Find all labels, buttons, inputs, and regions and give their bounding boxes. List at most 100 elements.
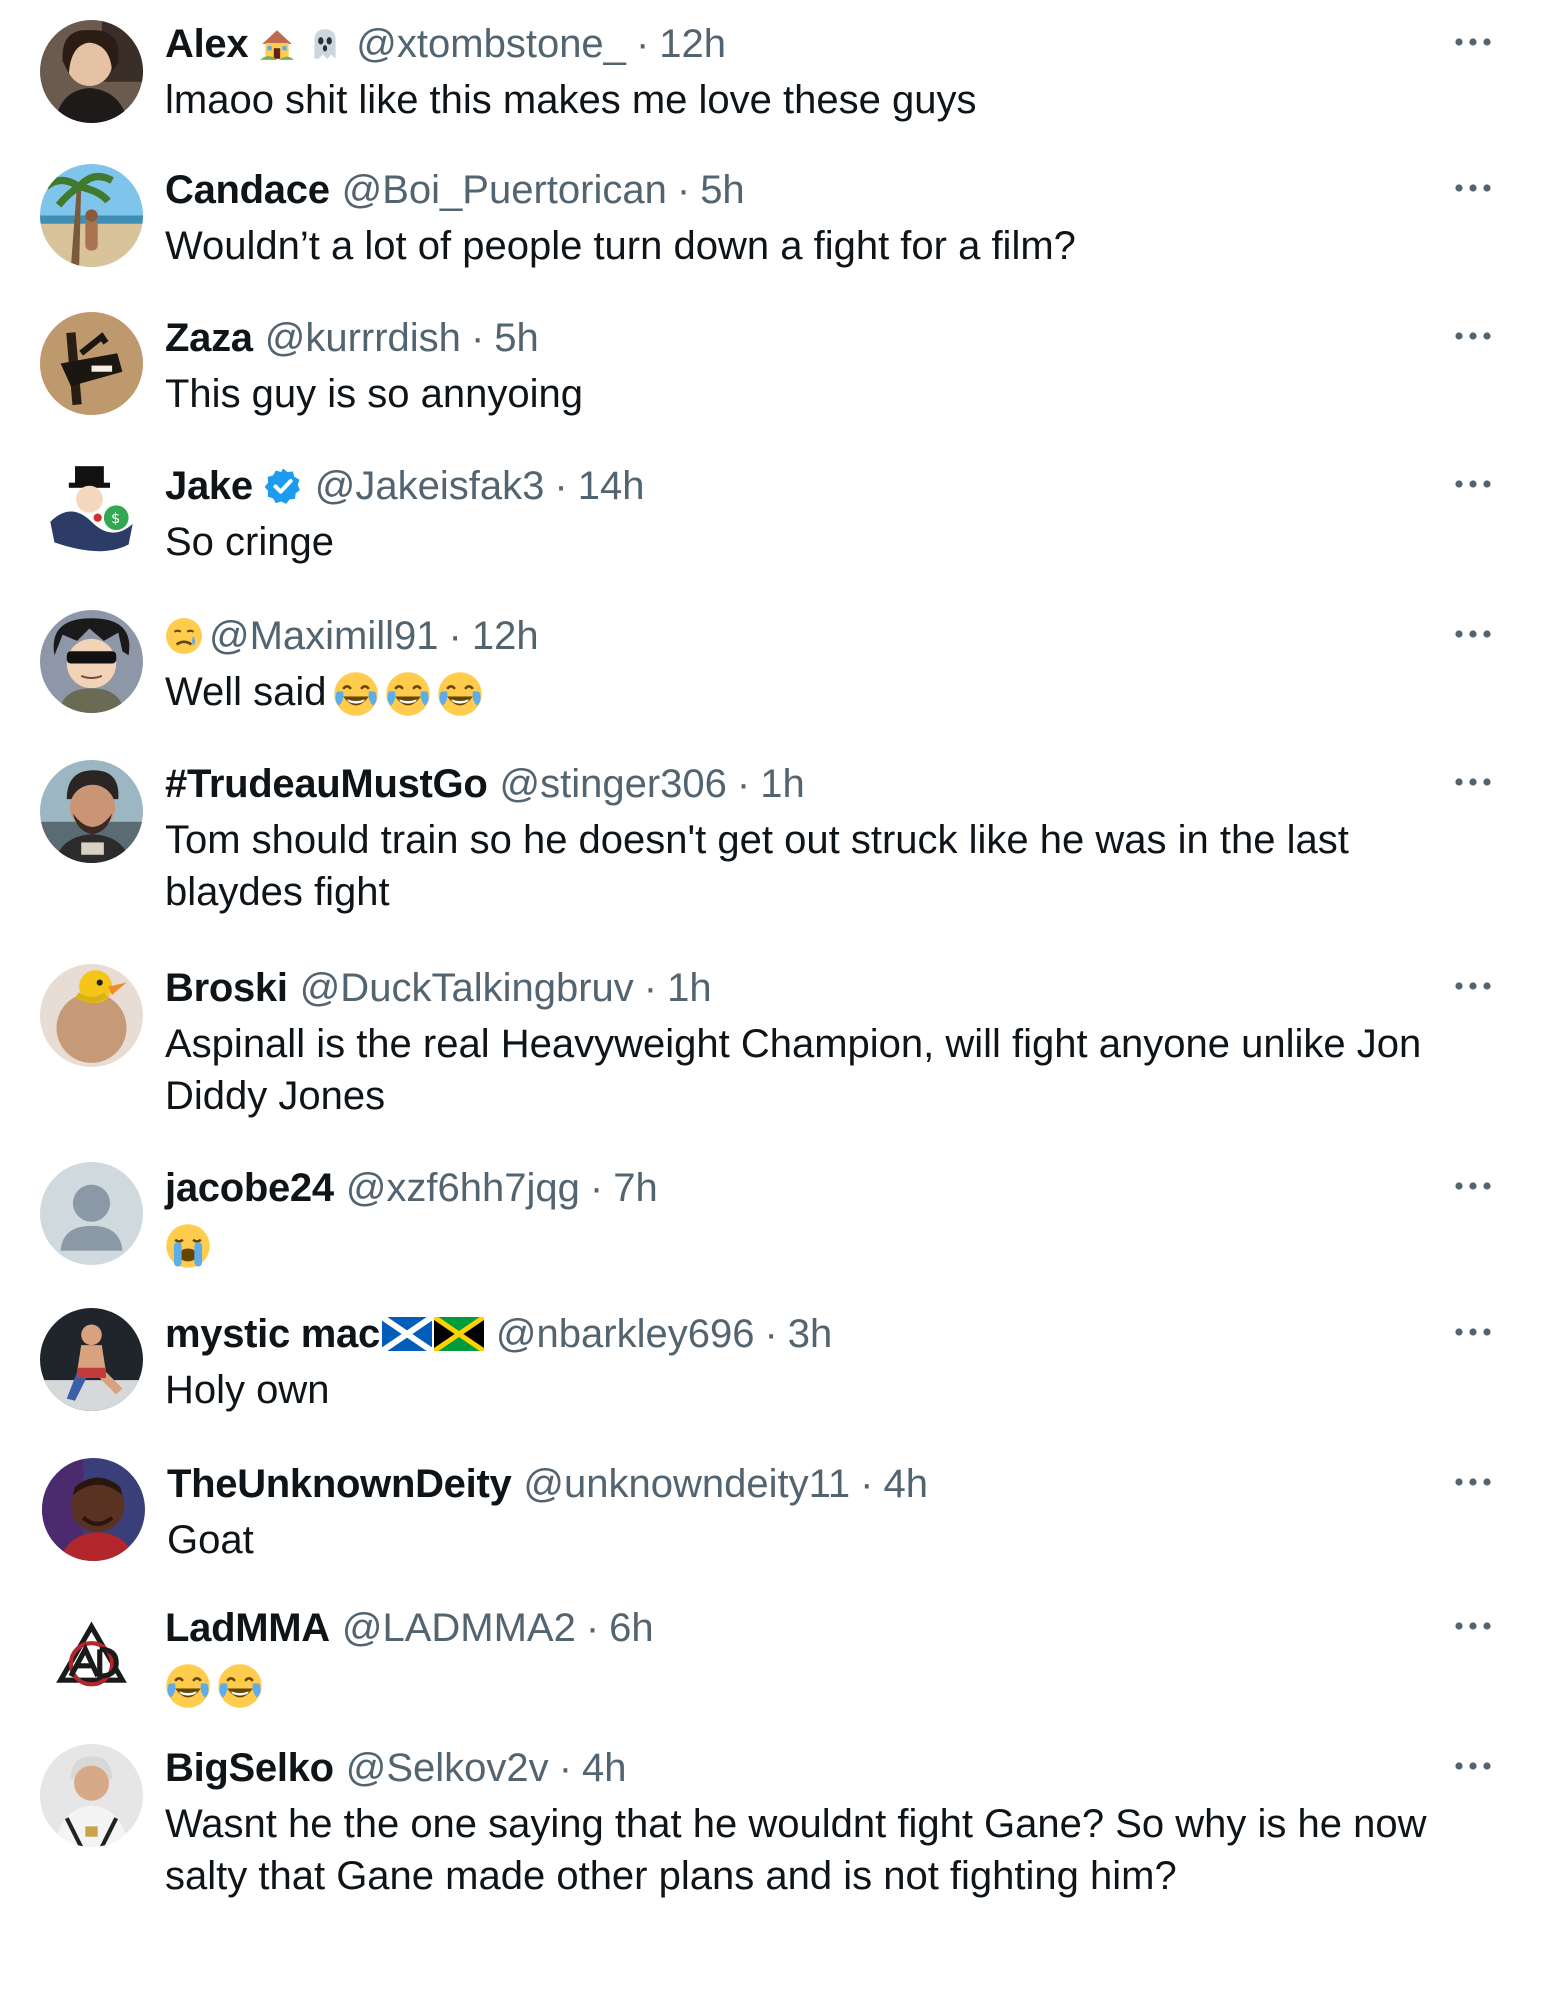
display-name[interactable]: mystic mac [165,1308,380,1360]
user-handle[interactable]: @DuckTalkingbruv [300,962,634,1014]
avatar[interactable] [40,610,143,713]
display-name[interactable]: #TrudeauMustGo [165,758,488,810]
avatar[interactable] [40,1744,143,1847]
display-name[interactable]: BigSelko [165,1742,334,1794]
reply-item[interactable]: mystic mac @nbarkley696 · 3h Holy own [0,1308,1545,1428]
avatar[interactable] [40,164,143,267]
timestamp[interactable]: 12h [659,18,726,70]
avatar[interactable] [40,1604,143,1707]
sad-face-emoji [165,617,203,655]
timestamp[interactable]: 12h [472,610,539,662]
jamaica-flag-icon [433,1317,484,1351]
user-handle[interactable]: @Selkov2v [346,1742,549,1794]
reply-item[interactable]: $ Jake @Jakeisfak3 · 14h So cringe [0,460,1545,580]
timestamp[interactable]: 5h [700,164,745,216]
separator-dot: · [643,966,658,1010]
timestamp[interactable]: 14h [578,460,645,512]
more-options-icon[interactable] [1453,32,1493,52]
more-options-icon[interactable] [1453,1616,1493,1636]
reply-header: Candace @Boi_Puertorican · 5h [165,164,1487,216]
reply-text: Goat [167,1518,254,1562]
reply-item[interactable]: TheUnknownDeity @unknowndeity11 · 4h Goa… [0,1458,1545,1578]
reply-item[interactable]: BigSelko @Selkov2v · 4h Wasnt he the one… [0,1742,1545,1912]
avatar[interactable] [40,20,143,123]
reply-item[interactable]: jacobe24 @xzf6hh7jqg · 7h [0,1162,1545,1282]
reply-text-row [165,1218,1487,1270]
user-handle[interactable]: @Maximill91 [209,610,439,662]
reply-text: Holy own [165,1368,330,1412]
reply-item[interactable]: @Maximill91 · 12h Well said [0,610,1545,730]
tears-of-joy-emoji [385,671,431,717]
user-handle[interactable]: @stinger306 [500,758,727,810]
display-name[interactable]: TheUnknownDeity [167,1458,512,1510]
separator-dot: · [764,1312,778,1356]
user-handle[interactable]: @kurrrdish [265,312,461,364]
timestamp[interactable]: 1h [760,758,805,810]
display-name[interactable]: LadMMA [165,1602,330,1654]
user-handle[interactable]: @Boi_Puertorican [342,164,667,216]
user-handle[interactable]: @LADMMA2 [342,1602,576,1654]
display-name[interactable]: Candace [165,164,330,216]
user-handle[interactable]: @xzf6hh7jqg [346,1162,580,1214]
timestamp[interactable]: 6h [609,1602,654,1654]
display-name[interactable]: Broski [165,962,288,1014]
more-options-icon[interactable] [1453,474,1493,494]
more-options-icon[interactable] [1453,1756,1493,1776]
reply-item[interactable]: Broski @DuckTalkingbruv · 1h Aspinall is… [0,962,1545,1132]
more-options-icon[interactable] [1453,1176,1493,1196]
reply-item[interactable]: #TrudeauMustGo @stinger306 · 1h Tom shou… [0,758,1545,928]
avatar[interactable] [40,1162,143,1265]
separator-dot: · [554,464,568,508]
reply-text: Wouldn’t a lot of people turn down a fig… [165,224,1076,268]
more-options-icon[interactable] [1453,772,1493,792]
user-handle[interactable]: @nbarkley696 [496,1308,755,1360]
more-options-icon[interactable] [1453,1472,1493,1492]
avatar[interactable] [40,760,143,863]
timestamp[interactable]: 1h [667,962,712,1014]
timestamp[interactable]: 3h [788,1308,833,1360]
avatar[interactable] [40,1308,143,1411]
display-name[interactable]: Jake [165,460,253,512]
loudly-crying-emoji [165,1223,211,1269]
reply-item[interactable]: Candace @Boi_Puertorican · 5h Wouldn’t a… [0,164,1545,284]
tears-of-joy-emoji [333,671,379,717]
reply-text: Aspinall is the real Heavyweight Champio… [165,1022,1422,1118]
display-name[interactable]: Zaza [165,312,253,364]
reply-header: Alex @xtombstone_ · 12h [165,18,1487,70]
user-handle[interactable]: @Jakeisfak3 [315,460,545,512]
reply-item[interactable]: LadMMA @LADMMA2 · 6h [0,1602,1545,1722]
user-handle[interactable]: @unknowndeity11 [523,1458,850,1510]
separator-dot: · [585,1606,600,1650]
avatar[interactable] [42,1458,145,1561]
reply-feed: Alex @xtombstone_ · 12h lmaoo shit like … [0,0,1545,2000]
tears-of-joy-emoji [165,1663,211,1709]
timestamp[interactable]: 4h [582,1742,627,1794]
timestamp[interactable]: 4h [884,1458,929,1510]
house-emoji [258,25,296,63]
reply-header: @Maximill91 · 12h [165,610,1487,662]
avatar[interactable] [40,964,143,1067]
reply-text-row [165,1658,1487,1710]
reply-header: TheUnknownDeity @unknowndeity11 · 4h [167,1458,1487,1510]
reply-header: BigSelko @Selkov2v · 4h [165,1742,1487,1794]
avatar[interactable] [40,312,143,415]
reply-header: Zaza @kurrrdish · 5h [165,312,1487,364]
user-handle[interactable]: @xtombstone_ [356,18,626,70]
reply-text: So cringe [165,520,334,564]
scotland-flag-icon [381,1317,432,1351]
reply-header: Jake @Jakeisfak3 · 14h [165,460,1487,512]
reply-header: #TrudeauMustGo @stinger306 · 1h [165,758,1487,810]
more-options-icon[interactable] [1453,326,1493,346]
avatar[interactable]: $ [40,460,143,563]
more-options-icon[interactable] [1453,178,1493,198]
more-options-icon[interactable] [1453,1322,1493,1342]
display-name[interactable]: Alex [165,18,249,70]
timestamp[interactable]: 7h [613,1162,658,1214]
reply-item[interactable]: Zaza @kurrrdish · 5h This guy is so anny… [0,312,1545,432]
reply-item[interactable]: Alex @xtombstone_ · 12h lmaoo shit like … [0,18,1545,138]
timestamp[interactable]: 5h [494,312,539,364]
more-options-icon[interactable] [1453,624,1493,644]
display-name[interactable]: jacobe24 [165,1162,334,1214]
more-options-icon[interactable] [1453,976,1493,996]
verified-badge-icon [263,466,303,506]
